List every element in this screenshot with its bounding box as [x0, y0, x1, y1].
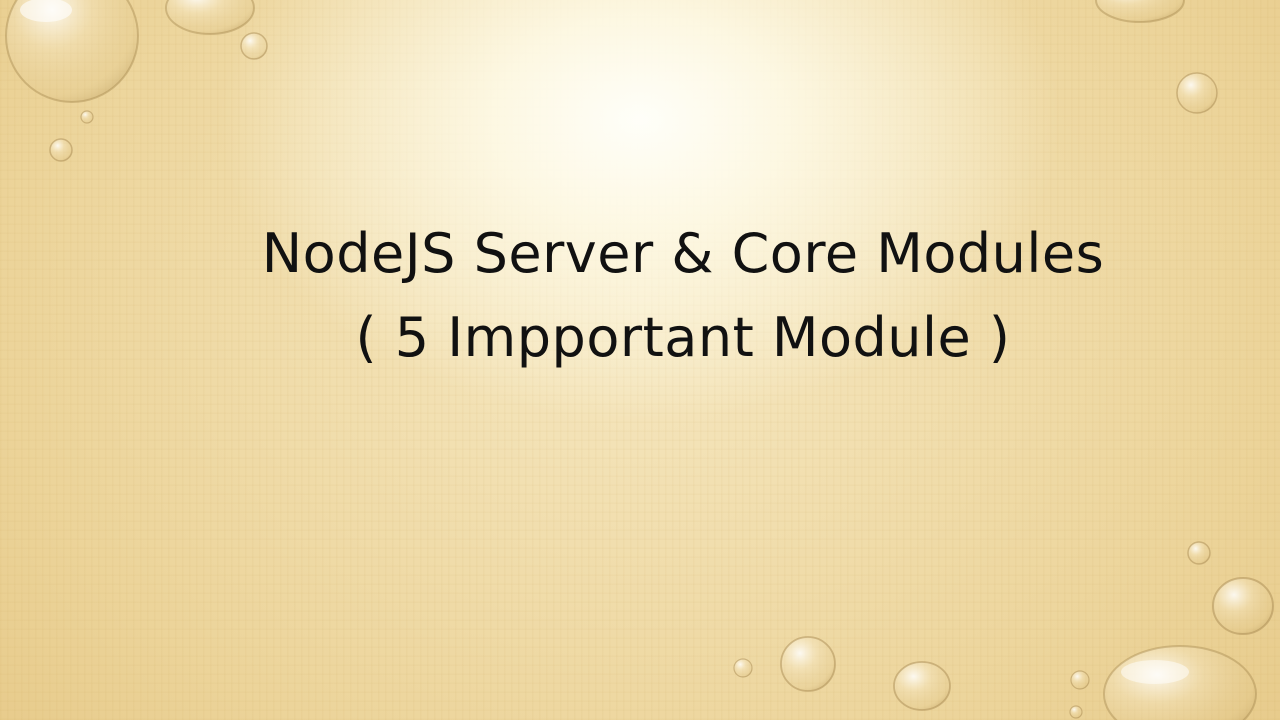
water-drop — [1070, 670, 1090, 690]
water-drop — [80, 110, 94, 124]
water-drop — [165, 0, 255, 35]
water-drop — [240, 32, 268, 60]
water-drop — [1212, 577, 1274, 635]
water-drop — [1095, 0, 1185, 23]
water-drop — [780, 636, 836, 692]
water-drop — [1187, 541, 1211, 565]
water-drop — [5, 0, 139, 103]
water-drop — [1176, 72, 1218, 114]
water-drop — [1103, 645, 1257, 720]
water-drop — [733, 658, 753, 678]
slide-canvas: NodeJS Server & Core Modules ( 5 Impport… — [0, 0, 1280, 720]
slide-title: NodeJS Server & Core Modules ( 5 Impport… — [183, 212, 1183, 380]
title-line-2: ( 5 Impportant Module ) — [355, 306, 1011, 369]
water-drop — [49, 138, 73, 162]
title-line-1: NodeJS Server & Core Modules — [261, 222, 1105, 285]
water-drop — [893, 661, 951, 711]
water-drop — [1069, 705, 1083, 719]
